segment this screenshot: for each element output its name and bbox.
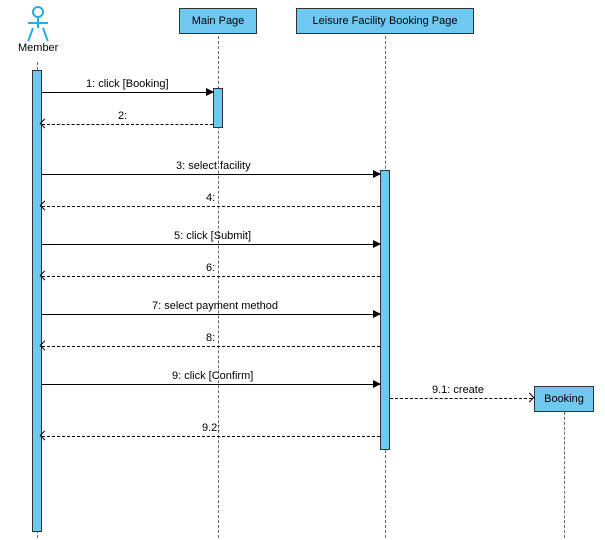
activation-booking-page	[380, 170, 390, 450]
activation-member	[32, 70, 42, 532]
msg-9-label: 9: click [Confirm]	[172, 370, 253, 382]
actor-label: Member	[18, 42, 58, 54]
msg-line	[42, 244, 380, 245]
activation-main-page	[213, 88, 223, 128]
lifeline-booking-line	[564, 412, 565, 538]
msg-line	[42, 92, 213, 93]
actor-legs-icon	[28, 28, 48, 40]
msg-1-label: 1: click [Booking]	[86, 78, 169, 90]
lifeline-booking: Booking	[534, 386, 594, 412]
lifeline-main-page: Main Page	[179, 8, 257, 34]
msg-line	[42, 206, 380, 207]
msg-line	[390, 398, 532, 399]
msg-4-label: 4:	[206, 192, 215, 204]
msg-9-1-label: 9.1: create	[432, 384, 484, 396]
msg-3-label: 3: select facility	[176, 160, 251, 172]
sequence-diagram: Member Main Page Leisure Facility Bookin…	[0, 0, 605, 540]
msg-1	[42, 92, 213, 93]
msg-6-label: 6:	[206, 262, 215, 274]
msg-line	[42, 174, 380, 175]
msg-line	[42, 124, 213, 125]
msg-4	[42, 206, 380, 207]
msg-9-2-label: 9.2:	[202, 422, 220, 434]
actor-member: Member	[18, 6, 58, 54]
msg-7	[42, 314, 380, 315]
msg-8	[42, 346, 380, 347]
msg-5	[42, 244, 380, 245]
actor-head-icon	[32, 6, 44, 18]
msg-line	[42, 436, 380, 437]
msg-3	[42, 174, 380, 175]
lifeline-label: Leisure Facility Booking Page	[313, 15, 458, 27]
msg-9	[42, 384, 380, 385]
msg-6	[42, 276, 380, 277]
msg-9-2	[42, 436, 380, 437]
msg-line	[42, 346, 380, 347]
msg-2	[42, 124, 213, 125]
lifeline-label: Main Page	[192, 15, 245, 27]
msg-7-label: 7: select payment method	[152, 300, 278, 312]
msg-line	[42, 276, 380, 277]
msg-2-label: 2:	[118, 110, 127, 122]
msg-5-label: 5: click [Submit]	[174, 230, 251, 242]
msg-line	[42, 314, 380, 315]
lifeline-booking-page: Leisure Facility Booking Page	[296, 8, 474, 34]
lifeline-label: Booking	[544, 393, 584, 405]
msg-line	[42, 384, 380, 385]
msg-8-label: 8:	[206, 332, 215, 344]
msg-9-1	[390, 398, 532, 399]
actor-arms-icon	[28, 22, 48, 24]
